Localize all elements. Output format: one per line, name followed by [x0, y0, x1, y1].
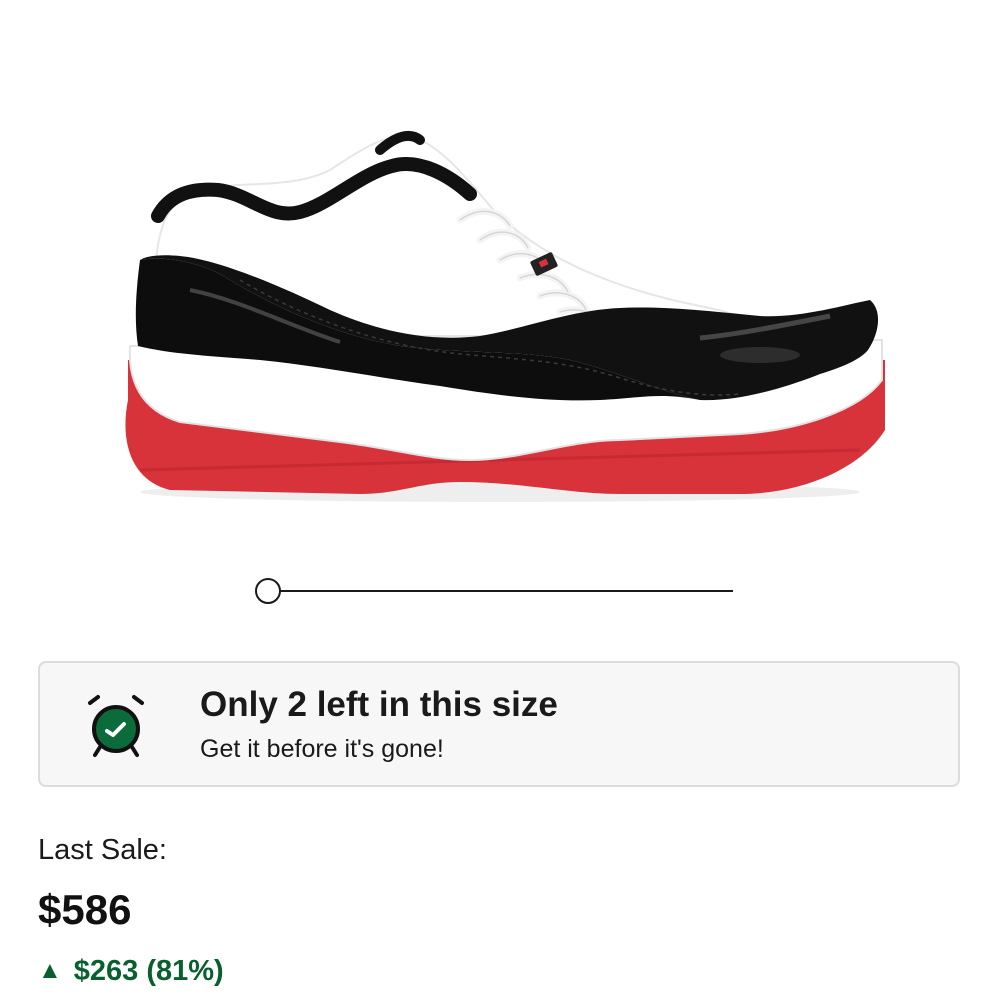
product-image[interactable]	[100, 110, 900, 530]
price-change-value: $263 (81%)	[73, 955, 224, 987]
stock-alert-subtitle: Get it before it's gone!	[200, 735, 444, 763]
stock-alert-card: Only 2 left in this size Get it before i…	[38, 661, 960, 787]
sneaker-image	[125, 130, 885, 502]
product-page: Only 2 left in this size Get it before i…	[0, 0, 1000, 1000]
image-carousel-slider[interactable]	[255, 578, 733, 604]
slider-track[interactable]	[267, 590, 733, 592]
up-triangle-icon: ▲	[38, 957, 62, 984]
slider-thumb[interactable]	[255, 578, 281, 604]
alarm-clock-icon	[80, 689, 152, 761]
last-sale-price: $586	[38, 886, 132, 933]
last-sale-label: Last Sale:	[38, 834, 167, 866]
price-change: ▲ $263 (81%)	[38, 955, 224, 988]
stock-alert-title: Only 2 left in this size	[200, 685, 558, 724]
